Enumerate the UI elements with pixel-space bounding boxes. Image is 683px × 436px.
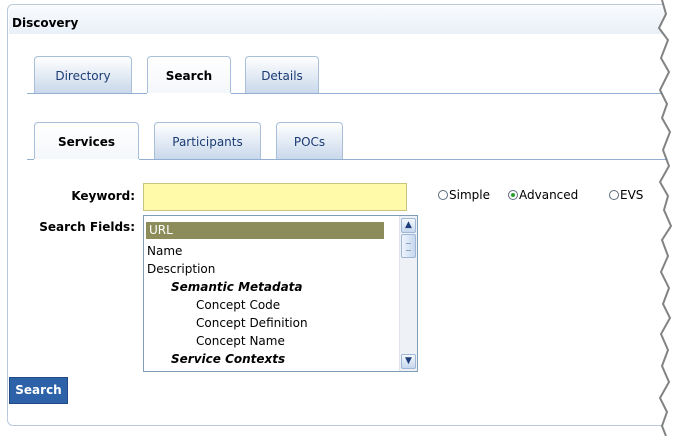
search-fields-list[interactable]: URL Name Description Semantic Metadata C… bbox=[143, 215, 418, 372]
list-item[interactable]: Description bbox=[147, 261, 215, 278]
radio-evs-label: EVS bbox=[620, 188, 644, 202]
list-item[interactable]: Concept Definition bbox=[196, 315, 308, 332]
list-group-header: Service Contexts bbox=[171, 352, 286, 366]
panel-title: Discovery bbox=[12, 16, 79, 30]
tab-services[interactable]: Services bbox=[34, 122, 139, 159]
panel-title-bar: Discovery bbox=[9, 6, 683, 34]
tab-pocs[interactable]: POCs bbox=[276, 122, 343, 159]
search-button[interactable]: Search bbox=[9, 377, 68, 404]
tab-directory[interactable]: Directory bbox=[34, 56, 132, 93]
radio-advanced[interactable]: Advanced bbox=[508, 188, 578, 202]
list-group-header: Semantic Metadata bbox=[171, 280, 303, 294]
scroll-down-icon[interactable]: ▼ bbox=[401, 354, 416, 369]
torn-edge-decoration bbox=[657, 0, 683, 436]
tab-underline bbox=[27, 159, 34, 160]
keyword-input[interactable] bbox=[143, 183, 407, 211]
list-item[interactable]: Concept Name bbox=[196, 333, 285, 350]
tab-underline bbox=[139, 159, 683, 160]
list-item[interactable]: Concept Code bbox=[196, 297, 280, 314]
keyword-label: Keyword: bbox=[71, 189, 135, 203]
tab-details[interactable]: Details bbox=[245, 56, 319, 93]
tab-search[interactable]: Search bbox=[147, 56, 231, 93]
scroll-up-icon[interactable]: ▲ bbox=[401, 218, 416, 233]
radio-evs[interactable]: EVS bbox=[609, 188, 643, 202]
tab-underline bbox=[27, 93, 147, 94]
radio-simple-label: Simple bbox=[449, 188, 490, 202]
list-scrollbar[interactable]: ▲ ▼ bbox=[399, 216, 417, 371]
radio-advanced-label: Advanced bbox=[519, 188, 579, 202]
radio-circle bbox=[609, 190, 619, 200]
search-fields-label: Search Fields: bbox=[39, 220, 135, 234]
radio-circle bbox=[438, 190, 448, 200]
scroll-thumb[interactable] bbox=[401, 234, 416, 258]
tab-participants[interactable]: Participants bbox=[154, 122, 261, 159]
list-item[interactable]: URL bbox=[146, 222, 384, 239]
radio-circle-checked bbox=[508, 190, 518, 200]
list-item[interactable]: Name bbox=[147, 243, 182, 260]
tab-underline bbox=[231, 93, 683, 94]
radio-simple[interactable]: Simple bbox=[438, 188, 490, 202]
